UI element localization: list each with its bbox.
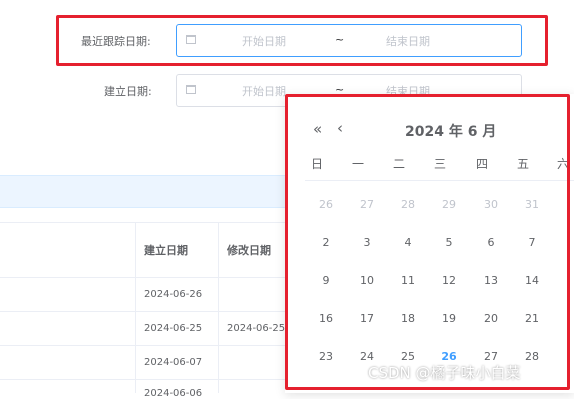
calendar-icon xyxy=(186,85,196,94)
column-header-created[interactable]: 建立日期 xyxy=(144,242,188,258)
column-divider xyxy=(218,222,219,393)
created-date-label: 建立日期: xyxy=(104,85,152,98)
column-header-modified[interactable]: 修改日期 xyxy=(227,242,271,258)
start-date-input[interactable]: 开始日期 xyxy=(242,83,286,99)
column-divider xyxy=(135,222,136,393)
cell-modified: 2024-06-25 xyxy=(227,323,286,334)
cell-created: 2024-06-26 xyxy=(144,289,203,300)
cell-created: 2024-06-06 xyxy=(144,388,203,399)
cell-created: 2024-06-07 xyxy=(144,357,203,368)
watermark: CSDN @橘子味小白菜 xyxy=(368,364,521,382)
highlight-box xyxy=(285,94,570,390)
cell-created: 2024-06-25 xyxy=(144,323,203,334)
highlight-box xyxy=(56,15,548,66)
